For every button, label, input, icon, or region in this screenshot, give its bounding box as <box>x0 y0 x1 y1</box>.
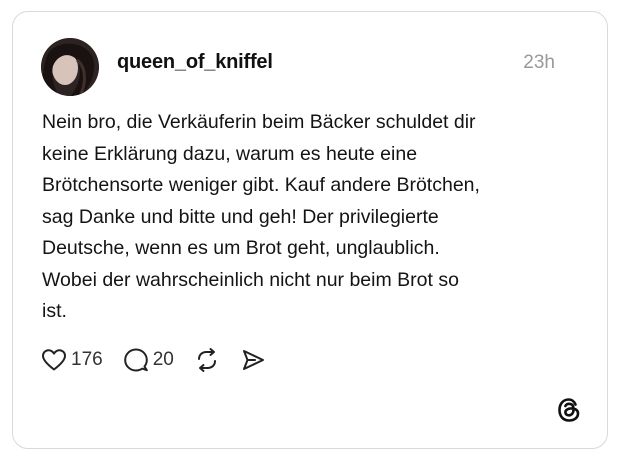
comment-button[interactable]: 20 <box>123 347 174 373</box>
repost-icon <box>194 347 220 373</box>
threads-logo-icon <box>555 396 583 424</box>
post-card: queen_of_kniffel 23h Nein bro, die Verkä… <box>12 11 608 449</box>
post-timestamp: 23h <box>523 52 555 73</box>
like-button[interactable]: 176 <box>41 348 103 372</box>
repost-button[interactable] <box>194 347 220 373</box>
post-text: Nein bro, die Verkäuferin beim Bäcker sc… <box>42 111 480 322</box>
share-button[interactable] <box>240 347 266 373</box>
comment-bubble-icon <box>123 347 149 373</box>
like-count: 176 <box>71 349 103 370</box>
send-icon <box>240 347 266 373</box>
heart-icon <box>41 348 67 372</box>
comment-count: 20 <box>152 349 174 370</box>
username[interactable]: queen_of_kniffel <box>117 51 273 74</box>
avatar[interactable] <box>41 38 99 96</box>
post-actions: 176 20 <box>41 345 286 375</box>
